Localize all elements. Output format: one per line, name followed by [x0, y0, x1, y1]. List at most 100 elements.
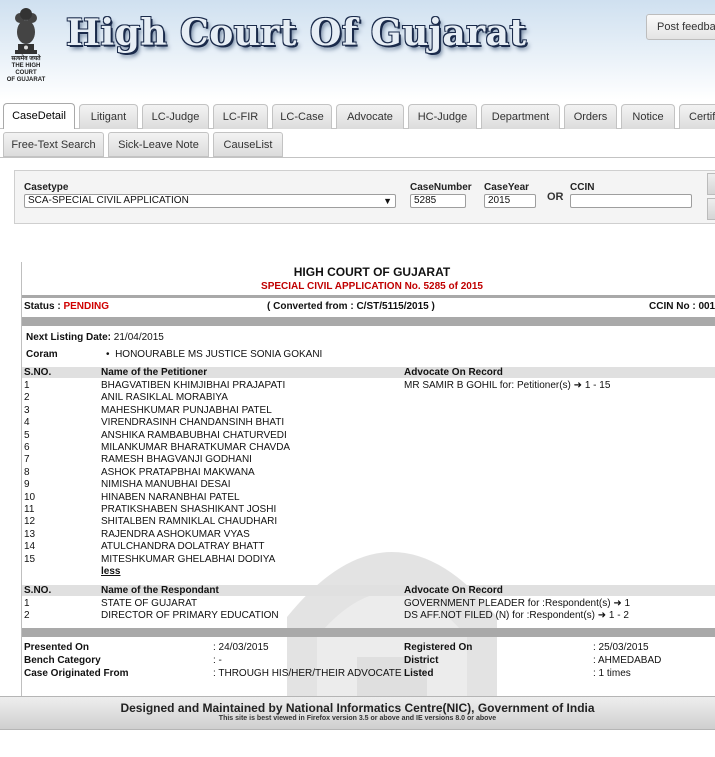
- petitioner-advocate: MR SAMIR B GOHIL for: Petitioner(s) ➜ 1 …: [404, 380, 611, 391]
- bullet-icon: •: [106, 349, 116, 360]
- court-name: HIGH COURT OF GUJARAT: [293, 265, 451, 279]
- divider: [22, 628, 715, 637]
- caseyear-label: CaseYear: [484, 182, 530, 193]
- list-item: 12: [24, 516, 36, 528]
- bench-category-label: Bench Category: [24, 655, 101, 666]
- list-item: 9: [24, 479, 30, 491]
- respondent-name: DIRECTOR OF PRIMARY EDUCATION: [101, 610, 279, 621]
- list-item: 14: [24, 541, 36, 553]
- case-search-panel: Casetype SCA-SPECIAL CIVIL APPLICATION ▼…: [14, 170, 715, 224]
- less-link[interactable]: less: [101, 566, 290, 578]
- coram-judge: • HONOURABLE MS JUSTICE SONIA GOKANI: [106, 349, 322, 360]
- respondent-sno: 1: [24, 598, 30, 609]
- col-advocate: Advocate On Record: [404, 367, 503, 378]
- list-item: 4: [24, 417, 30, 429]
- ccin-input[interactable]: [570, 194, 692, 208]
- post-feedback-button[interactable]: Post feedba: [646, 14, 715, 40]
- petitioner-name: VIRENDRASINH CHANDANSINH BHATI: [101, 417, 285, 429]
- chevron-down-icon: ▼: [383, 196, 392, 206]
- petitioner-name: RAJENDRA ASHOKUMAR VYAS: [101, 528, 250, 540]
- tab-sick-leave-note[interactable]: Sick-Leave Note: [108, 132, 209, 157]
- list-item: 5: [24, 429, 30, 441]
- caseyear-input[interactable]: 2015: [484, 194, 536, 208]
- next-listing-label: Next Listing Date:: [26, 332, 112, 343]
- tab-litigant[interactable]: Litigant: [79, 104, 138, 129]
- next-listing-date: 21/04/2015: [113, 332, 164, 343]
- next-listing-row: Next Listing Date: 21/04/2015: [26, 332, 164, 343]
- status-badge: PENDING: [63, 301, 110, 312]
- tab-free-text-search[interactable]: Free-Text Search: [3, 132, 104, 157]
- list-item: 15: [24, 553, 36, 565]
- list-item: 7: [24, 454, 30, 466]
- site-footer: Designed and Maintained by National Info…: [0, 696, 715, 730]
- case-title: SPECIAL CIVIL APPLICATION No. 5285 of 20…: [261, 281, 483, 292]
- list-item: 10: [24, 491, 36, 503]
- petitioner-name: SHITALBEN RAMNIKLAL CHAUDHARI: [101, 516, 278, 528]
- registered-on-label: Registered On: [404, 642, 473, 653]
- footer-browser-note: This site is best viewed in Firefox vers…: [218, 715, 497, 722]
- tab-lc-fir[interactable]: LC-FIR: [213, 104, 268, 129]
- emblem-caption-line2: OF GUJARAT: [6, 77, 46, 83]
- list-item: 11: [24, 504, 35, 516]
- bench-category-value: : -: [213, 655, 222, 666]
- petitioner-name: MITESHKUMAR GHELABHAI DODIYA: [101, 553, 276, 565]
- site-header: सत्यमेव जयते THE HIGH COURT OF GUJARAT H…: [0, 0, 715, 100]
- petitioner-name: NIMISHA MANUBHAI DESAI: [101, 479, 231, 491]
- tab-lc-judge[interactable]: LC-Judge: [142, 104, 209, 129]
- casenumber-label: CaseNumber: [410, 182, 472, 193]
- tab-orders[interactable]: Orders: [564, 104, 617, 129]
- coram-judge-name: HONOURABLE MS JUSTICE SONIA GOKANI: [115, 349, 323, 360]
- tab-department[interactable]: Department: [481, 104, 560, 129]
- district-value: : AHMEDABAD: [593, 655, 662, 666]
- col-petitioner-name: Name of the Petitioner: [101, 367, 208, 378]
- petitioner-name: BHAGVATIBEN KHIMJIBHAI PRAJAPATI: [101, 380, 286, 391]
- case-originated-value: : THROUGH HIS/HER/THEIR ADVOCATE: [213, 668, 402, 679]
- petitioner-name: PRATIKSHABEN SHASHIKANT JOSHI: [101, 504, 277, 516]
- list-item: 2: [24, 392, 30, 404]
- petitioner-name: RAMESH BHAGVANJI GODHANI: [101, 454, 252, 466]
- petitioner-name: ASHOK PRATAPBHAI MAKWANA: [101, 466, 255, 478]
- divider: [22, 317, 715, 326]
- case-detail-card: HIGH COURT OF GUJARAT SPECIAL CIVIL APPL…: [21, 262, 715, 722]
- petitioner-name: MILANKUMAR BHARATKUMAR CHAVDA: [101, 442, 291, 454]
- petitioner-names: BHAGVATIBEN KHIMJIBHAI PRAJAPATI ANIL RA…: [101, 380, 290, 579]
- tab-hc-judge[interactable]: HC-Judge: [408, 104, 477, 129]
- court-emblem-logo: सत्यमेव जयते THE HIGH COURT OF GUJARAT: [2, 4, 50, 92]
- emblem-caption-line1: THE HIGH COURT: [11, 63, 41, 76]
- converted-from: ( Converted from : C/ST/5115/2015 ): [267, 301, 435, 312]
- reset-side-button[interactable]: [707, 198, 715, 220]
- petitioner-numbers: 1 2 3 4 5 6 7 8 9 10 11 12 13 14 15: [24, 380, 35, 566]
- col-advocate: Advocate On Record: [404, 585, 503, 596]
- tab-advocate[interactable]: Advocate: [336, 104, 404, 129]
- tab-lc-case[interactable]: LC-Case: [272, 104, 332, 129]
- col-sno: S.NO.: [24, 367, 52, 378]
- petitioner-name: ANSHIKA RAMBABUBHAI CHATURVEDI: [101, 429, 287, 441]
- status-label: Status :: [24, 301, 64, 312]
- petitioner-name: ATULCHANDRA DOLATRAY BHATT: [101, 541, 265, 553]
- casetype-label: Casetype: [24, 182, 69, 193]
- petitioner-name: ANIL RASIKLAL MORABIYA: [101, 392, 228, 404]
- tab-certificate[interactable]: Certif: [679, 104, 715, 129]
- respondent-advocate: GOVERNMENT PLEADER for :Respondent(s) ➜ …: [404, 598, 631, 609]
- lion-capital-icon: [15, 8, 37, 54]
- emblem-motto: सत्यमेव जयते: [11, 56, 41, 62]
- respondent-advocate: DS AFF.NOT FILED (N) for :Respondent(s) …: [404, 610, 629, 621]
- tab-casedetail[interactable]: CaseDetail: [3, 103, 75, 129]
- col-sno: S.NO.: [24, 585, 52, 596]
- ccin-number: CCIN No : 0010: [649, 301, 715, 312]
- search-side-button[interactable]: [707, 173, 715, 195]
- petitioner-name: HINABEN NARANBHAI PATEL: [101, 491, 240, 503]
- casenumber-input[interactable]: 5285: [410, 194, 466, 208]
- casetype-selected-value: SCA-SPECIAL CIVIL APPLICATION: [28, 195, 189, 206]
- tab-notice[interactable]: Notice: [621, 104, 675, 129]
- listed-value: : 1 times: [593, 668, 631, 679]
- registered-on-value: : 25/03/2015: [593, 642, 649, 653]
- tab-causelist[interactable]: CauseList: [213, 132, 283, 157]
- coram-label: Coram: [26, 349, 58, 360]
- listed-label: Listed: [404, 668, 434, 679]
- footer-credit: Designed and Maintained by National Info…: [120, 701, 595, 715]
- district-label: District: [404, 655, 439, 666]
- casetype-select[interactable]: SCA-SPECIAL CIVIL APPLICATION ▼: [24, 194, 396, 208]
- presented-on-label: Presented On: [24, 642, 90, 653]
- list-item: 3: [24, 404, 30, 416]
